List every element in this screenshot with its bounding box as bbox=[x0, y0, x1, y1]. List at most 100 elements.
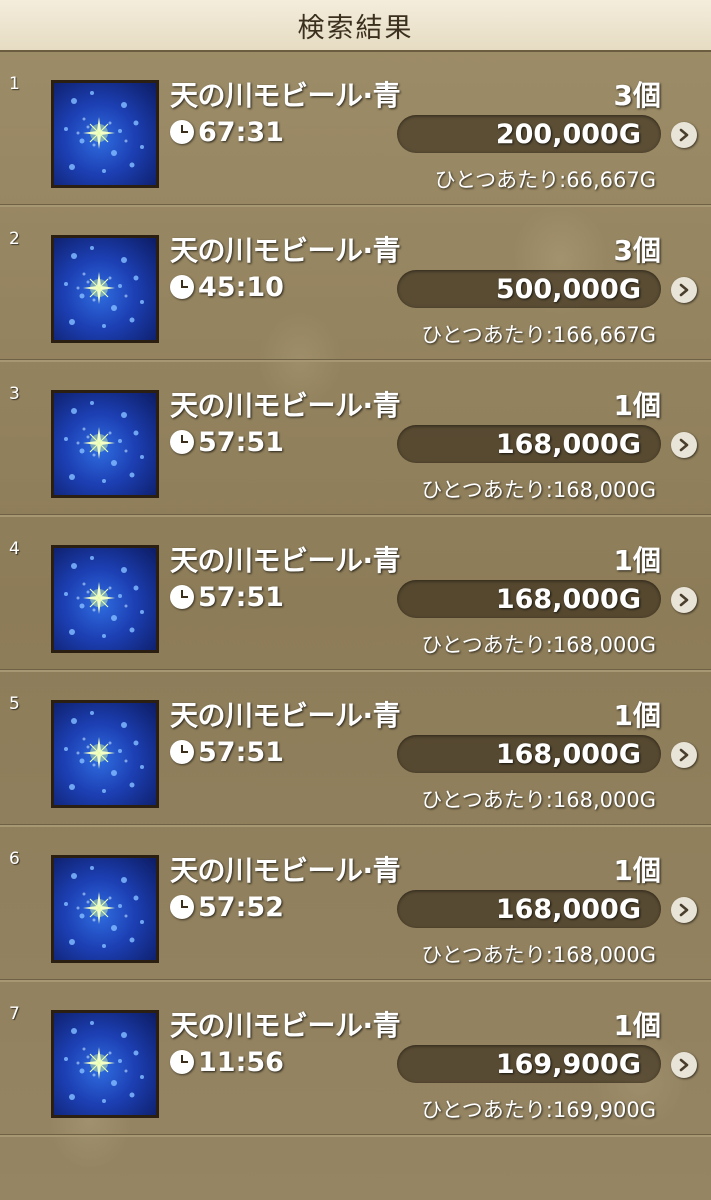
page-title: 検索結果 bbox=[297, 12, 414, 44]
item-thumbnail bbox=[51, 390, 159, 498]
chevron-right-icon bbox=[678, 438, 690, 452]
milky-way-mobile-icon bbox=[64, 246, 144, 328]
item-name: 天の川モビール·青 bbox=[170, 234, 401, 267]
open-detail-button[interactable] bbox=[671, 277, 697, 303]
item-name: 天の川モビール·青 bbox=[170, 544, 401, 577]
price-per-unit: ひとつあたり:168,000G bbox=[421, 633, 656, 657]
chevron-right-icon bbox=[678, 748, 690, 762]
time-remaining: 45:10 bbox=[170, 270, 284, 304]
row-index: 7 bbox=[9, 1004, 20, 1024]
time-remaining-text: 11:56 bbox=[198, 1046, 284, 1078]
time-remaining-text: 57:51 bbox=[198, 581, 284, 613]
price-per-unit: ひとつあたり:168,000G bbox=[421, 788, 656, 812]
result-row[interactable]: 1 天の川モビール·青 3個 67:31 200,000G ひとつあたり:66,… bbox=[0, 52, 711, 207]
price-display: 500,000G bbox=[397, 270, 661, 308]
item-quantity: 3個 bbox=[613, 234, 661, 267]
milky-way-mobile-icon bbox=[64, 711, 144, 793]
price-display: 168,000G bbox=[397, 425, 661, 463]
clock-icon bbox=[170, 585, 194, 609]
time-remaining: 57:51 bbox=[170, 425, 284, 459]
price-text: 168,000G bbox=[495, 583, 641, 615]
open-detail-button[interactable] bbox=[671, 1052, 697, 1078]
item-quantity: 1個 bbox=[613, 854, 661, 887]
item-thumbnail bbox=[51, 1010, 159, 1118]
time-remaining-text: 57:52 bbox=[198, 891, 284, 923]
result-row[interactable]: 5 天の川モビール·青 1個 57:51 168,000G ひとつあたり:168… bbox=[0, 672, 711, 827]
price-display: 200,000G bbox=[397, 115, 661, 153]
item-thumbnail bbox=[51, 80, 159, 188]
price-display: 169,900G bbox=[397, 1045, 661, 1083]
result-row[interactable]: 4 天の川モビール·青 1個 57:51 168,000G ひとつあたり:168… bbox=[0, 517, 711, 672]
time-remaining: 67:31 bbox=[170, 115, 284, 149]
item-name: 天の川モビール·青 bbox=[170, 389, 401, 422]
result-row[interactable]: 6 天の川モビール·青 1個 57:52 168,000G ひとつあたり:168… bbox=[0, 827, 711, 982]
price-text: 168,000G bbox=[495, 738, 641, 770]
clock-icon bbox=[170, 275, 194, 299]
time-remaining-text: 57:51 bbox=[198, 426, 284, 458]
open-detail-button[interactable] bbox=[671, 122, 697, 148]
item-name: 天の川モビール·青 bbox=[170, 1009, 401, 1042]
chevron-right-icon bbox=[678, 283, 690, 297]
row-index: 6 bbox=[9, 849, 20, 869]
clock-icon bbox=[170, 1050, 194, 1074]
open-detail-button[interactable] bbox=[671, 432, 697, 458]
open-detail-button[interactable] bbox=[671, 742, 697, 768]
search-results-list: 1 天の川モビール·青 3個 67:31 200,000G ひとつあたり:66,… bbox=[0, 52, 711, 1137]
result-row[interactable]: 2 天の川モビール·青 3個 45:10 500,000G ひとつあたり:166… bbox=[0, 207, 711, 362]
item-thumbnail bbox=[51, 235, 159, 343]
time-remaining: 57:51 bbox=[170, 580, 284, 614]
result-row[interactable]: 7 天の川モビール·青 1個 11:56 169,900G ひとつあたり:169… bbox=[0, 982, 711, 1137]
item-thumbnail bbox=[51, 545, 159, 653]
row-index: 1 bbox=[9, 74, 20, 94]
milky-way-mobile-icon bbox=[64, 866, 144, 948]
result-row[interactable]: 3 天の川モビール·青 1個 57:51 168,000G ひとつあたり:168… bbox=[0, 362, 711, 517]
row-index: 3 bbox=[9, 384, 20, 404]
row-index: 5 bbox=[9, 694, 20, 714]
price-display: 168,000G bbox=[397, 890, 661, 928]
item-quantity: 1個 bbox=[613, 389, 661, 422]
item-thumbnail bbox=[51, 700, 159, 808]
item-quantity: 1個 bbox=[613, 699, 661, 732]
time-remaining: 11:56 bbox=[170, 1045, 284, 1079]
price-display: 168,000G bbox=[397, 735, 661, 773]
price-display: 168,000G bbox=[397, 580, 661, 618]
item-quantity: 3個 bbox=[613, 79, 661, 112]
item-thumbnail bbox=[51, 855, 159, 963]
chevron-right-icon bbox=[678, 903, 690, 917]
price-text: 168,000G bbox=[495, 428, 641, 460]
price-text: 200,000G bbox=[495, 118, 641, 150]
clock-icon bbox=[170, 740, 194, 764]
price-per-unit: ひとつあたり:169,900G bbox=[421, 1098, 656, 1122]
time-remaining: 57:52 bbox=[170, 890, 284, 924]
time-remaining-text: 45:10 bbox=[198, 271, 284, 303]
item-name: 天の川モビール·青 bbox=[170, 79, 401, 112]
price-text: 169,900G bbox=[495, 1048, 641, 1080]
milky-way-mobile-icon bbox=[64, 1021, 144, 1103]
milky-way-mobile-icon bbox=[64, 401, 144, 483]
item-name: 天の川モビール·青 bbox=[170, 699, 401, 732]
item-quantity: 1個 bbox=[613, 1009, 661, 1042]
price-per-unit: ひとつあたり:66,667G bbox=[434, 168, 656, 192]
row-index: 2 bbox=[9, 229, 20, 249]
price-text: 500,000G bbox=[495, 273, 641, 305]
clock-icon bbox=[170, 430, 194, 454]
header-bar: 検索結果 bbox=[0, 0, 711, 52]
item-name: 天の川モビール·青 bbox=[170, 854, 401, 887]
price-per-unit: ひとつあたり:166,667G bbox=[421, 323, 656, 347]
chevron-right-icon bbox=[678, 593, 690, 607]
price-per-unit: ひとつあたり:168,000G bbox=[421, 478, 656, 502]
row-index: 4 bbox=[9, 539, 20, 559]
open-detail-button[interactable] bbox=[671, 897, 697, 923]
time-remaining: 57:51 bbox=[170, 735, 284, 769]
open-detail-button[interactable] bbox=[671, 587, 697, 613]
time-remaining-text: 57:51 bbox=[198, 736, 284, 768]
clock-icon bbox=[170, 895, 194, 919]
milky-way-mobile-icon bbox=[64, 556, 144, 638]
price-per-unit: ひとつあたり:168,000G bbox=[421, 943, 656, 967]
time-remaining-text: 67:31 bbox=[198, 116, 284, 148]
price-text: 168,000G bbox=[495, 893, 641, 925]
chevron-right-icon bbox=[678, 1058, 690, 1072]
clock-icon bbox=[170, 120, 194, 144]
milky-way-mobile-icon bbox=[64, 91, 144, 173]
item-quantity: 1個 bbox=[613, 544, 661, 577]
